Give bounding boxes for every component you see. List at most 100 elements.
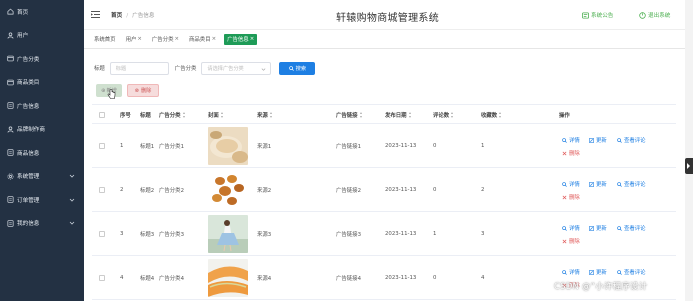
close-icon[interactable]: ×: [250, 36, 255, 42]
notice-button[interactable]: 系统公告: [582, 11, 613, 19]
row-delete-button[interactable]: 删除: [562, 193, 580, 201]
column-header[interactable]: 发布日期: [385, 105, 412, 125]
row-checkbox[interactable]: [99, 168, 105, 212]
row-delete-button[interactable]: 删除: [562, 237, 580, 245]
menu-toggle-icon[interactable]: [91, 11, 100, 18]
sidebar-item-label: 品牌制作商: [17, 127, 45, 134]
cell-category: 广告分类4: [159, 276, 184, 282]
column-header[interactable]: 封面: [208, 105, 224, 125]
view-comments-button[interactable]: 查看评论: [617, 180, 646, 188]
sidebar-item-label: 系统管理: [17, 174, 40, 181]
settings-icon: [7, 173, 14, 180]
detail-button[interactable]: 详情: [562, 180, 580, 188]
cell-comments: 1: [433, 231, 437, 237]
tab-bar: 系统首页 用户 × 广告分类 × 商品类目 × 广告信息 ×: [84, 30, 685, 49]
cell-title: 标题3: [140, 232, 155, 238]
detail-button[interactable]: 详情: [562, 224, 580, 232]
cell-category: 广告分类1: [159, 144, 184, 150]
logout-icon: [639, 11, 646, 19]
close-icon[interactable]: ×: [174, 36, 179, 42]
sidebar-item[interactable]: 用户: [0, 24, 84, 48]
sort-icon[interactable]: [220, 112, 224, 118]
cell-comments: 0: [433, 143, 437, 149]
cell-favorites: 1: [481, 143, 485, 149]
tab[interactable]: 系统首页: [92, 34, 118, 45]
edit-button[interactable]: 更新: [589, 136, 607, 144]
sort-icon[interactable]: [408, 112, 412, 118]
cell-source: 来源3: [257, 232, 272, 238]
sidebar-item[interactable]: 品牌制作商: [0, 118, 84, 142]
sidebar-item-label: 商品信息: [17, 150, 40, 157]
select-all-checkbox[interactable]: [99, 105, 105, 125]
row-checkbox[interactable]: [99, 212, 105, 256]
column-header[interactable]: 评论数: [433, 105, 454, 125]
sidebar-item[interactable]: 广告分类: [0, 47, 84, 71]
sidebar-item[interactable]: 广告信息: [0, 94, 84, 118]
close-icon[interactable]: ×: [137, 36, 142, 42]
sidebar-item[interactable]: 系统管理: [0, 165, 84, 189]
sort-icon[interactable]: [269, 112, 273, 118]
sidebar-item[interactable]: 商品信息: [0, 141, 84, 165]
cell-date: 2023-11-13: [385, 143, 417, 149]
chevron-down-icon: [69, 174, 75, 178]
edit-icon: [589, 225, 594, 231]
cell-category: 广告分类3: [159, 232, 184, 238]
table-header: 序号 标题 广告分类 封面 来源 广告链接 发布日期 评论数 收藏数 操作: [92, 104, 676, 124]
sidebar-item-label: 广告分类: [17, 56, 40, 63]
cell-index: 4: [120, 275, 124, 281]
sidebar-item-label: 首页: [17, 9, 29, 16]
document-icon: [7, 102, 14, 109]
breadcrumb-home[interactable]: 首页: [111, 13, 122, 19]
edit-button[interactable]: 更新: [589, 268, 607, 276]
tab[interactable]: 广告分类 ×: [150, 34, 181, 45]
edit-button[interactable]: 更新: [589, 224, 607, 232]
column-header[interactable]: 收藏数: [481, 105, 502, 125]
detail-button[interactable]: 详情: [562, 268, 580, 276]
edit-button[interactable]: 更新: [589, 180, 607, 188]
breadcrumb: 首页 / 广告信息: [111, 13, 155, 19]
search-button[interactable]: 搜索: [279, 61, 316, 75]
search-icon: [617, 269, 622, 275]
cell-date: 2023-11-13: [385, 275, 417, 281]
category-select[interactable]: 请选择广告分类: [201, 61, 272, 75]
title-search-input[interactable]: 标题: [109, 61, 169, 75]
tab[interactable]: 商品类目 ×: [187, 34, 218, 45]
column-header[interactable]: 广告分类: [159, 105, 186, 125]
row-actions: 详情 更新 查看评论删除: [562, 124, 676, 168]
search-icon: [288, 65, 294, 71]
row-delete-button[interactable]: 删除: [562, 149, 580, 157]
view-comments-button[interactable]: 查看评论: [617, 224, 646, 232]
view-comments-button[interactable]: 查看评论: [617, 268, 646, 276]
column-header[interactable]: 来源: [257, 105, 273, 125]
expand-handle[interactable]: [685, 158, 693, 174]
sidebar-item-label: 订单管理: [17, 197, 40, 204]
notice-icon: [582, 11, 589, 19]
column-header[interactable]: 广告链接: [336, 105, 363, 125]
edit-icon: [589, 137, 594, 143]
cell-date: 2023-11-13: [385, 187, 417, 193]
cell-title: 标题1: [140, 144, 155, 150]
row-checkbox[interactable]: [99, 256, 105, 300]
tab[interactable]: 广告信息 ×: [224, 33, 258, 45]
sidebar-item[interactable]: 我的信息: [0, 212, 84, 236]
sort-icon[interactable]: [499, 112, 502, 118]
sidebar-item[interactable]: 订单管理: [0, 188, 84, 212]
ads-table: 序号 标题 广告分类 封面 来源 广告链接 发布日期 评论数 收藏数 操作 1 标题1 广告分类1 来源…: [92, 104, 676, 300]
close-icon[interactable]: ×: [212, 36, 217, 42]
row-actions: 详情 更新 查看评论删除: [562, 168, 676, 212]
sort-icon[interactable]: [359, 112, 363, 118]
document-icon: [7, 196, 14, 203]
sidebar-item[interactable]: 商品类目: [0, 71, 84, 95]
close-icon: [562, 239, 567, 243]
sort-icon[interactable]: [451, 112, 454, 118]
delete-button[interactable]: ⊗ 删除: [127, 84, 159, 97]
row-checkbox[interactable]: [99, 124, 105, 168]
sort-icon[interactable]: [182, 112, 186, 118]
tab[interactable]: 用户 ×: [124, 34, 144, 45]
search-icon: [562, 137, 567, 143]
view-comments-button[interactable]: 查看评论: [617, 136, 646, 144]
category-icon: [7, 79, 14, 86]
logout-button[interactable]: 退出系统: [639, 11, 670, 19]
sidebar-item[interactable]: 首页: [0, 0, 84, 24]
detail-button[interactable]: 详情: [562, 136, 580, 144]
